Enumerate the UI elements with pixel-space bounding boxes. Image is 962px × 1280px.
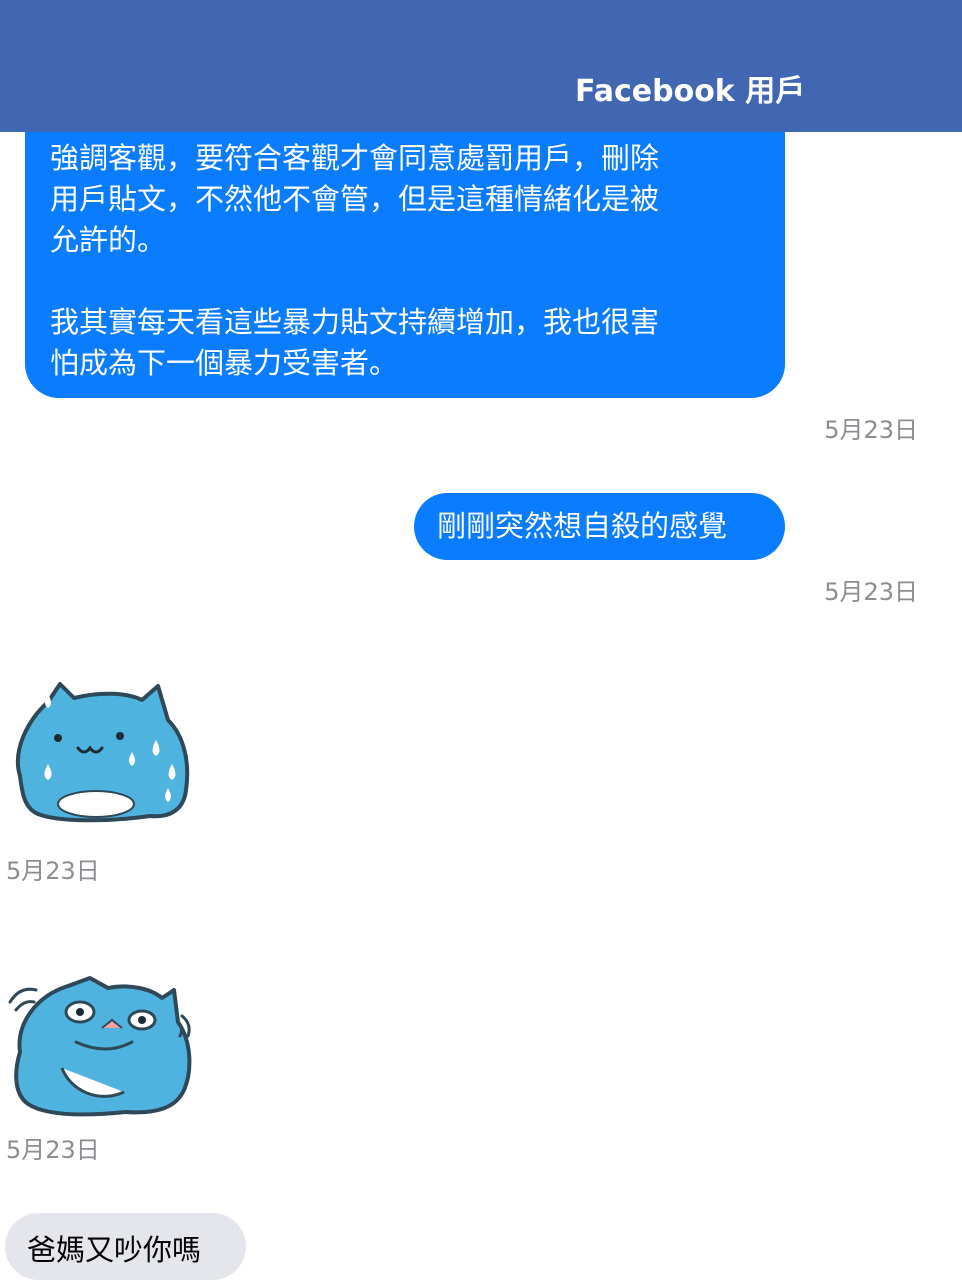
message-timestamp: 5月23日 <box>824 578 918 606</box>
outgoing-message-bubble[interactable]: 強調客觀，要符合客觀才會同意處罰用戶，刪除 用戶貼文，不然他不會管，但是這種情緒… <box>25 100 785 398</box>
incoming-message-bubble[interactable]: 爸媽又吵你嗎 <box>5 1213 246 1280</box>
blue-cat-sweating-sticker[interactable] <box>8 680 192 824</box>
chat-header: Facebook 用戶 <box>0 0 962 132</box>
message-timestamp: 5月23日 <box>824 416 918 444</box>
conversation-title[interactable]: Facebook 用戶 <box>575 66 805 110</box>
message-paragraph: 我其實每天看這些暴力貼文持續增加，我也很害 怕成為下一個暴力受害者。 <box>50 305 660 380</box>
message-timestamp: 5月23日 <box>6 1136 100 1164</box>
message-timestamp: 5月23日 <box>6 857 100 885</box>
message-paragraph: 強調客觀，要符合客觀才會同意處罰用戶，刪除 用戶貼文，不然他不會管，但是這種情緒… <box>50 141 660 257</box>
blue-cat-shivering-sticker[interactable] <box>6 972 196 1118</box>
outgoing-message-bubble[interactable]: 剛剛突然想自殺的感覺 <box>414 493 785 560</box>
